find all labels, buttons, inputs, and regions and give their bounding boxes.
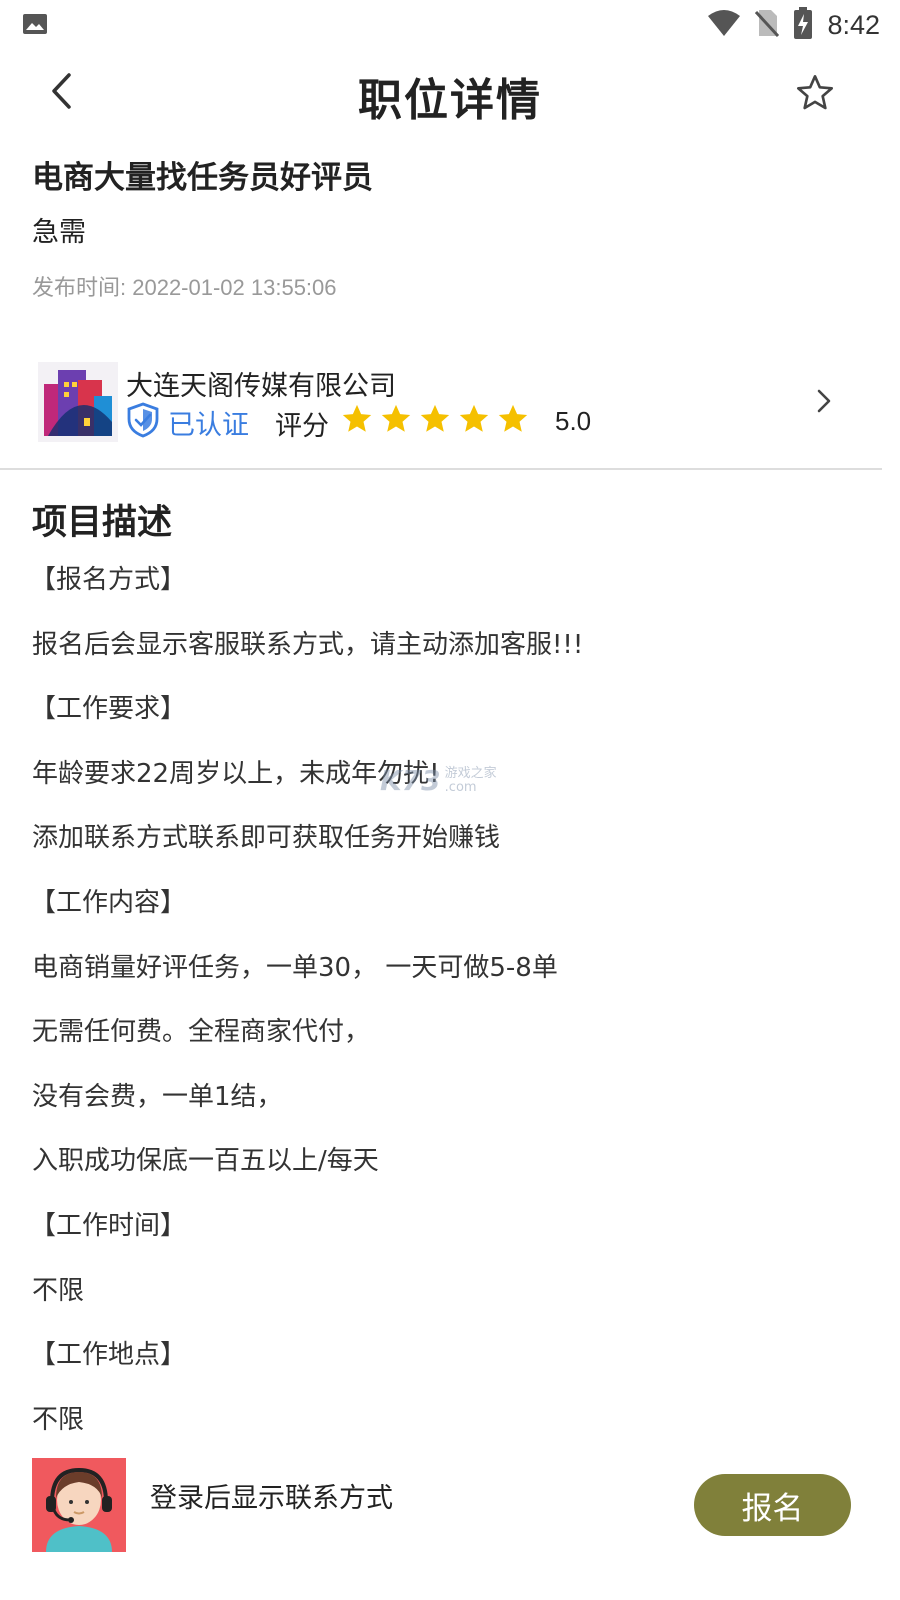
company-name: 大连天阁传媒有限公司: [126, 371, 396, 402]
watermark: K73 游戏之家 .com: [380, 764, 497, 797]
bottom-bar: 登录后显示联系方式 报名: [0, 1450, 900, 1600]
description-line: 【报名方式】: [30, 565, 187, 595]
company-logo: [38, 362, 118, 442]
description-line: 无需任何费。全程商家代付，: [32, 1017, 371, 1048]
status-bar: 8:42: [0, 0, 900, 50]
gallery-icon: [22, 12, 48, 40]
star-filled-icon: [459, 404, 489, 432]
description-line: 【工作地点】: [30, 1340, 187, 1371]
contact-hint: 登录后显示联系方式: [150, 1483, 393, 1514]
shield-check-icon: [126, 402, 160, 442]
top-bar: 职位详情: [0, 54, 900, 134]
no-sim-icon: [755, 8, 780, 42]
watermark-logo: K73: [380, 764, 441, 797]
verified-label: 已认证: [168, 409, 249, 441]
star-filled-icon: [498, 404, 528, 432]
rating-label: 评分: [275, 411, 329, 442]
page-title: 职位详情: [358, 75, 542, 126]
divider: [0, 468, 882, 470]
watermark-text-2: .com: [444, 779, 477, 795]
verified-badge: 已认证: [126, 402, 249, 442]
section-title: 项目描述: [32, 503, 173, 543]
star-outline-icon: [795, 73, 835, 117]
star-filled-icon: [381, 404, 411, 432]
description-line: 【工作要求】: [30, 694, 187, 725]
wifi-icon: [707, 9, 741, 41]
chevron-right-icon: [816, 388, 832, 418]
watermark-text: 游戏之家 .com: [444, 765, 497, 795]
job-title: 电商大量找任务员好评员: [32, 160, 373, 196]
customer-service-avatar: [32, 1458, 126, 1552]
description-list: 【报名方式】 报名后会显示客服联系方式，请主动添加客服!!! 【工作要求】 年龄…: [30, 560, 872, 1464]
watermark-text-1: 游戏之家: [444, 765, 497, 781]
description-line: 【工作时间】: [30, 1210, 187, 1241]
star-filled-icon: [342, 404, 372, 432]
description-line: 报名后会显示客服联系方式，请主动添加客服!!!: [32, 629, 584, 660]
apply-button[interactable]: 报名: [694, 1474, 851, 1536]
description-line: 电商销量好评任务，一单30， 一天可做5-8单: [32, 952, 558, 983]
star-filled-icon: [420, 404, 450, 432]
description-line: 入职成功保底一百五以上/每天: [32, 1146, 379, 1177]
description-line: 添加联系方式联系即可获取任务开始赚钱: [32, 823, 501, 854]
job-urgent-tag: 急需: [32, 217, 86, 248]
battery-charging-icon: [793, 7, 813, 43]
publish-time-value: 2022-01-02 13:55:06: [132, 275, 337, 300]
company-card[interactable]: 大连天阁传媒有限公司 已认证 评分 5.0: [0, 350, 900, 450]
rating-stars: [340, 402, 530, 436]
description-line: 没有会费，一单1结，: [32, 1081, 283, 1112]
favorite-button[interactable]: [790, 70, 840, 120]
status-time: 8:42: [827, 9, 880, 40]
description-line: 不限: [32, 1275, 85, 1306]
rating-value: 5.0: [555, 406, 592, 436]
publish-time: 发布时间: 2022-01-02 13:55:06: [32, 270, 337, 302]
description-line: 【工作内容】: [30, 887, 187, 918]
publish-time-label: 发布时间:: [32, 275, 133, 300]
